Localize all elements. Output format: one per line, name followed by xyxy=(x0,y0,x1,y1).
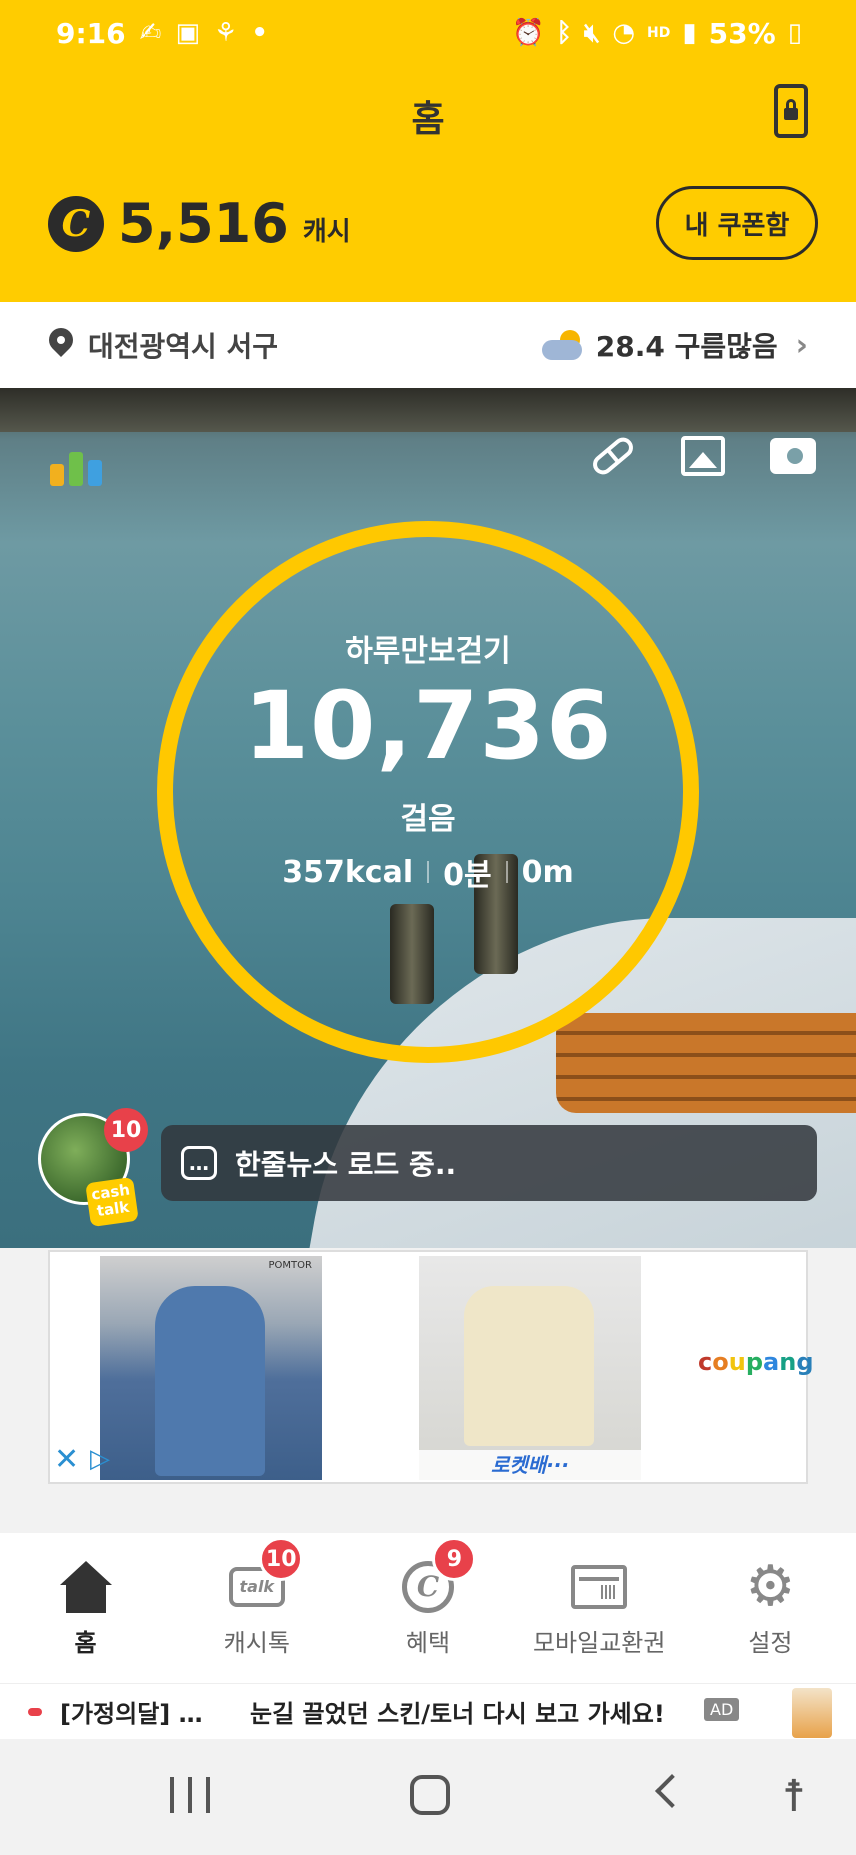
coupang-logo[interactable]: coupang xyxy=(698,1348,814,1376)
step-ring[interactable]: 하루만보걷기 10,736 걸음 357kcal 0분 0m xyxy=(157,521,699,1063)
duration: 0분 xyxy=(443,858,492,893)
cash-coin-icon: C xyxy=(48,196,104,252)
status-bar-left: 9:16 ✍ ▣ ⚘ • xyxy=(56,17,268,50)
status-time: 9:16 xyxy=(56,16,126,50)
background-shore xyxy=(0,388,856,432)
cashtalk-logo-line2: talk xyxy=(95,1197,131,1221)
bar-chart-icon xyxy=(50,436,110,486)
back-icon[interactable] xyxy=(655,1774,689,1808)
location-pin-icon xyxy=(48,328,74,362)
ad-choices-icon[interactable]: ▷ xyxy=(90,1444,110,1474)
gear-icon: ⚙ xyxy=(745,1553,796,1619)
location-weather-row[interactable]: 대전광역시 서구 28.4 구름많음 › xyxy=(0,302,856,388)
ad-strip-text: 눈길 끌었던 스킨/토너 다시 보고 가세요! xyxy=(250,1700,665,1728)
ad-banner[interactable]: POMTOR 로켓배··· coupang ✕ ▷ xyxy=(48,1250,814,1484)
tab-cashtalk-badge: 10 xyxy=(259,1537,304,1581)
partly-cloudy-icon xyxy=(541,330,586,360)
signal-icon: ▮ xyxy=(682,18,697,48)
ad-tag: AD xyxy=(704,1698,740,1721)
hd-voice-icon: HD xyxy=(647,25,671,41)
background-deck xyxy=(556,1013,856,1113)
stats-button[interactable] xyxy=(50,436,110,486)
tab-home-label: 홈 xyxy=(74,1628,97,1657)
background-image-button[interactable] xyxy=(680,436,726,476)
ad-strip-bullet-icon xyxy=(28,1707,42,1716)
news-ticker[interactable]: … 한줄뉴스 로드 중.. xyxy=(161,1125,817,1201)
recent-apps-icon[interactable] xyxy=(170,1777,210,1813)
tab-benefit[interactable]: C 9 혜택 xyxy=(342,1533,513,1683)
distance: 0m xyxy=(521,854,574,890)
app-header: 홈 C 5,516 캐시 내 쿠폰함 xyxy=(0,66,856,302)
calories: 357kcal xyxy=(282,854,414,890)
tab-home[interactable]: 홈 xyxy=(0,1533,171,1683)
lock-screen-button[interactable] xyxy=(774,84,808,138)
battery-percent: 53% xyxy=(708,16,776,50)
battery-icon: ▯ xyxy=(787,18,802,48)
tab-cashtalk[interactable]: talk 10 캐시톡 xyxy=(171,1533,342,1683)
status-bar: 9:16 ✍ ▣ ⚘ • ⏰ ᛒ 🔇︎ ◔ HD ▮ 53% ▯ xyxy=(0,0,856,66)
more-icon: … xyxy=(181,1146,217,1180)
bluetooth-icon: ᛒ xyxy=(556,18,572,48)
ad-product-image-shirt[interactable]: 로켓배··· xyxy=(419,1256,641,1480)
hero-toolbar xyxy=(588,433,816,479)
weather-text: 28.4 구름많음 xyxy=(595,330,778,363)
camera-button[interactable] xyxy=(770,436,816,476)
mute-icon: 🔇︎ xyxy=(583,17,601,48)
weather[interactable]: 28.4 구름많음 › xyxy=(541,325,808,365)
status-bar-right: ⏰ ᛒ 🔇︎ ◔ HD ▮ 53% ▯ xyxy=(512,17,802,50)
step-progress-ring xyxy=(157,521,699,1063)
tab-benefit-badge: 9 xyxy=(432,1537,477,1581)
gallery-icon: ▣ xyxy=(175,18,201,48)
my-coupon-button[interactable]: 내 쿠폰함 xyxy=(656,186,818,260)
accessibility-icon[interactable]: ☨ xyxy=(782,1771,806,1822)
news-text: 한줄뉴스 로드 중.. xyxy=(235,1148,457,1181)
pill-icon xyxy=(588,433,638,479)
ad-image-brand: POMTOR xyxy=(268,1260,312,1271)
bottom-tab-bar: 홈 talk 10 캐시톡 C 9 혜택 모바일교환권 ⚙ 설정 xyxy=(0,1533,856,1683)
step-stats: 357kcal 0분 0m xyxy=(157,850,699,894)
cash-unit: 캐시 xyxy=(302,217,351,247)
ad-strip-title: [가정의달] 제... xyxy=(60,1700,220,1728)
rocket-delivery-label: 로켓배··· xyxy=(419,1450,641,1480)
tab-benefit-label: 혜택 xyxy=(405,1628,451,1657)
home-icon xyxy=(59,1560,112,1613)
step-count: 10,736 xyxy=(243,672,613,781)
step-unit: 걸음 xyxy=(400,802,456,837)
pill-reminder-button[interactable] xyxy=(588,433,638,479)
ad-product-image-dress[interactable]: POMTOR xyxy=(100,1256,322,1480)
cashtalk-badge: 10 xyxy=(104,1108,148,1152)
ad-close-icon[interactable]: ✕ xyxy=(54,1442,79,1477)
location[interactable]: 대전광역시 서구 xyxy=(48,325,278,365)
dot-icon: • xyxy=(251,18,268,48)
tab-settings-label: 설정 xyxy=(748,1628,793,1657)
cash-amount: 5,516 xyxy=(118,192,289,255)
wifi-icon: ◔ xyxy=(612,18,635,48)
image-icon xyxy=(681,436,725,476)
tab-mobile-voucher[interactable]: 모바일교환권 xyxy=(514,1533,685,1683)
location-name: 대전광역시 서구 xyxy=(88,330,279,363)
system-home-icon[interactable] xyxy=(410,1775,450,1815)
tab-cashtalk-label: 캐시톡 xyxy=(223,1628,290,1657)
lock-icon xyxy=(784,99,798,120)
cashtalk-logo: cash talk xyxy=(85,1176,139,1228)
cash-balance[interactable]: C 5,516 캐시 xyxy=(48,196,351,252)
gift-card-icon xyxy=(571,1564,628,1609)
chevron-right-icon: › xyxy=(795,327,808,363)
bottom-ad-strip[interactable]: [가정의달] 제... 눈길 끌었던 스킨/토너 다시 보고 가세요! AD xyxy=(0,1683,856,1739)
pedometer-hero: 하루만보걷기 10,736 걸음 357kcal 0분 0m 10 cash t… xyxy=(0,388,856,1248)
system-navigation-bar: ☨ xyxy=(0,1739,856,1855)
alarm-icon: ⏰ xyxy=(511,18,545,48)
step-ring-label: 하루만보걷기 xyxy=(345,634,511,669)
ad-strip-thumbnail xyxy=(792,1688,832,1738)
notification-icon: ✍ xyxy=(139,18,162,48)
tab-mobile-voucher-label: 모바일교환권 xyxy=(532,1628,666,1657)
tab-settings[interactable]: ⚙ 설정 xyxy=(685,1533,856,1683)
page-title: 홈 xyxy=(411,99,445,140)
camera-icon xyxy=(770,438,816,474)
app-icon: ⚘ xyxy=(214,18,238,48)
